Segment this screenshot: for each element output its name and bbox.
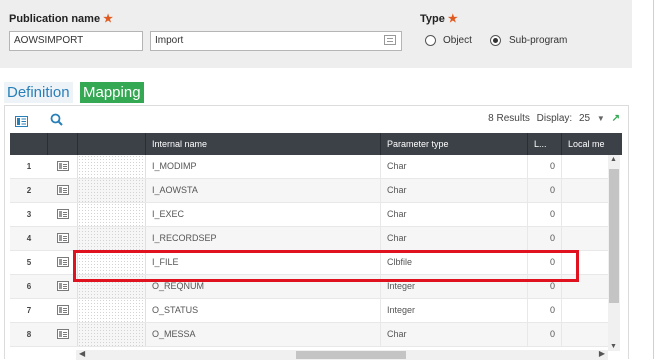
search-icon[interactable]: [50, 113, 63, 131]
length-cell[interactable]: 0: [528, 227, 562, 250]
row-detail-icon[interactable]: [57, 257, 69, 267]
table-row[interactable]: 2 I_AOWSTA Char 0: [10, 179, 613, 203]
row-number: 7: [26, 306, 32, 315]
length-cell[interactable]: 0: [528, 155, 562, 178]
results-count: 8 Results: [488, 113, 530, 124]
grid-toolbar: 8 Results Display: 25 ▼ ↗: [5, 106, 628, 132]
scroll-down-icon[interactable]: ▼: [610, 343, 617, 350]
table-row[interactable]: 1 I_MODIMP Char 0: [10, 155, 613, 179]
header-icon-col: [48, 133, 78, 155]
local-menu-cell[interactable]: [562, 155, 613, 178]
row-detail-icon[interactable]: [57, 233, 69, 243]
row-detail-icon[interactable]: [57, 161, 69, 171]
parameter-type-cell[interactable]: Char: [381, 227, 528, 250]
table-row[interactable]: 8 O_MESSA Char 0: [10, 323, 613, 347]
grid-header: Internal name Parameter type L... Local …: [10, 133, 622, 155]
row-detail-icon[interactable]: [57, 281, 69, 291]
row-blank-cell: [78, 227, 146, 250]
internal-name-cell[interactable]: O_STATUS: [146, 299, 381, 322]
length-cell[interactable]: 0: [528, 203, 562, 226]
row-number: 6: [26, 282, 32, 291]
radio-sub-program[interactable]: [490, 35, 501, 46]
row-icon-cell: [48, 203, 78, 226]
tab-mapping[interactable]: Mapping: [80, 82, 144, 103]
row-icon-cell: [48, 323, 78, 346]
header-local-menu[interactable]: Local me: [562, 133, 622, 155]
display-value[interactable]: 25: [579, 113, 590, 124]
row-detail-icon[interactable]: [57, 185, 69, 195]
table-row[interactable]: 4 I_RECORDSEP Char 0: [10, 227, 613, 251]
radio-object[interactable]: [425, 35, 436, 46]
scroll-up-icon[interactable]: ▲: [610, 156, 617, 163]
internal-name-cell[interactable]: I_AOWSTA: [146, 179, 381, 202]
header-num-col: [10, 133, 48, 155]
parameter-type-cell[interactable]: Char: [381, 203, 528, 226]
publication-name-label: Publication name ★: [9, 13, 114, 25]
type-label: Type ★: [420, 13, 458, 25]
publication-name-input[interactable]: AOWSIMPORT: [9, 31, 143, 51]
display-label: Display:: [536, 113, 573, 124]
vertical-scrollbar[interactable]: ▲ ▼: [608, 155, 620, 351]
field-lookup-icon[interactable]: [384, 35, 396, 45]
row-icon-cell: [48, 299, 78, 322]
table-row[interactable]: 3 I_EXEC Char 0: [10, 203, 613, 227]
internal-name-cell[interactable]: I_MODIMP: [146, 155, 381, 178]
length-cell[interactable]: 0: [528, 323, 562, 346]
length-cell[interactable]: 0: [528, 179, 562, 202]
row-detail-icon[interactable]: [57, 329, 69, 339]
local-menu-cell[interactable]: [562, 203, 613, 226]
local-menu-cell[interactable]: [562, 299, 613, 322]
mapping-grid: 8 Results Display: 25 ▼ ↗ Internal name …: [4, 105, 629, 360]
panel-divider: [653, 0, 654, 359]
header-internal-name[interactable]: Internal name: [146, 133, 381, 155]
row-detail-icon[interactable]: [15, 114, 28, 132]
parameter-type-cell[interactable]: Integer: [381, 299, 528, 322]
required-star-icon: ★: [447, 13, 458, 25]
row-blank-cell: [78, 323, 146, 346]
parameter-type-cell[interactable]: Char: [381, 155, 528, 178]
expand-icon[interactable]: ↗: [612, 113, 620, 124]
scroll-left-icon[interactable]: ◀: [79, 349, 85, 358]
row-icon-cell: [48, 179, 78, 202]
row-icon-cell: [48, 227, 78, 250]
header-parameter-type[interactable]: Parameter type: [381, 133, 528, 155]
required-star-icon: ★: [103, 13, 114, 25]
row-blank-cell: [78, 155, 146, 178]
horizontal-scroll-thumb[interactable]: [296, 351, 406, 359]
radio-sub-program-label[interactable]: Sub-program: [509, 35, 567, 46]
row-number: 2: [26, 186, 32, 195]
parameter-type-cell[interactable]: Char: [381, 323, 528, 346]
radio-object-label[interactable]: Object: [443, 35, 472, 46]
row-blank-cell: [78, 179, 146, 202]
length-cell[interactable]: 0: [528, 299, 562, 322]
table-row[interactable]: 7 O_STATUS Integer 0: [10, 299, 613, 323]
row-blank-cell: [78, 299, 146, 322]
row-detail-icon[interactable]: [57, 305, 69, 315]
row-detail-icon[interactable]: [57, 209, 69, 219]
internal-name-cell[interactable]: I_EXEC: [146, 203, 381, 226]
scroll-right-icon[interactable]: ▶: [599, 349, 605, 358]
local-menu-cell[interactable]: [562, 227, 613, 250]
local-menu-cell[interactable]: [562, 179, 613, 202]
chevron-down-icon[interactable]: ▼: [597, 114, 605, 123]
publication-header: Publication name ★ AOWSIMPORT Import Typ…: [0, 0, 632, 68]
internal-name-cell[interactable]: O_MESSA: [146, 323, 381, 346]
header-length[interactable]: L...: [528, 133, 562, 155]
row-blank-cell: [78, 203, 146, 226]
row-number: 3: [26, 210, 32, 219]
row-number: 4: [26, 234, 32, 243]
row-number: 1: [26, 162, 32, 171]
local-menu-cell[interactable]: [562, 323, 613, 346]
row-number: 5: [26, 258, 32, 267]
row-number: 8: [26, 330, 32, 339]
results-summary: 8 Results Display: 25 ▼ ↗: [484, 113, 620, 124]
header-blank-col: [78, 133, 146, 155]
internal-name-cell[interactable]: I_RECORDSEP: [146, 227, 381, 250]
vertical-scroll-thumb[interactable]: [609, 169, 619, 303]
row-icon-cell: [48, 155, 78, 178]
import-field[interactable]: Import: [150, 31, 402, 51]
highlight-box: [73, 250, 579, 282]
parameter-type-cell[interactable]: Char: [381, 179, 528, 202]
tab-definition[interactable]: Definition: [4, 82, 73, 103]
